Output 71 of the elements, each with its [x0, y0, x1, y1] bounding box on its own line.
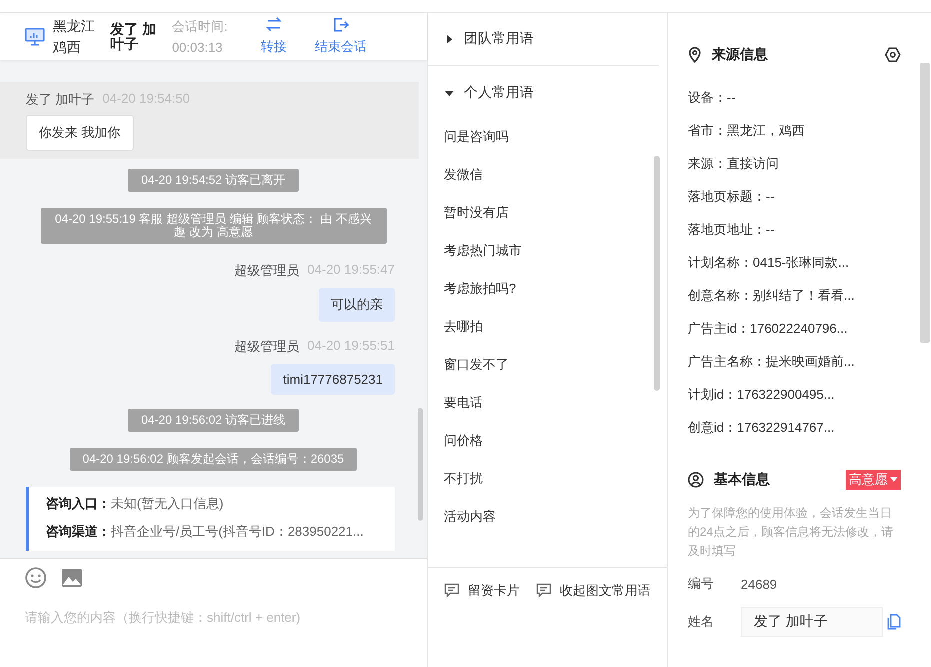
phrase-item[interactable]: 问价格 — [428, 421, 489, 459]
scrollbar-thumb[interactable] — [654, 156, 660, 391]
scrollbar-thumb[interactable] — [920, 63, 930, 343]
info-row-text: 来源：直接访问 — [688, 155, 780, 173]
system-notice: 04-20 19:56:02 顾客发起会话，会话编号：26035 — [70, 448, 358, 471]
card-button[interactable]: 留资卡片 — [444, 582, 520, 600]
info-row-text: 落地页标题：-- — [688, 188, 776, 206]
sender-name: 发了 加叶子 — [26, 91, 95, 109]
phrase-item[interactable]: 活动内容 — [428, 497, 502, 535]
phrase-item[interactable]: 不打扰 — [428, 459, 489, 497]
field-label: 编号 — [688, 575, 715, 593]
section-title: 来源信息 — [712, 46, 769, 64]
phrase-item[interactable]: 考虑旅拍吗? — [428, 269, 522, 307]
comment-icon — [444, 582, 460, 598]
exit-icon — [332, 17, 349, 33]
section-title: 基本信息 — [714, 471, 771, 489]
scrollbar-thumb[interactable] — [418, 408, 423, 521]
phrase-item[interactable]: 窗口发不了 — [428, 345, 515, 383]
user-circle-icon — [688, 472, 704, 488]
notice-text: 为了保障您的使用体验，会话发生当日的24点之后，顾客信息将无法修改，请及时填写 — [688, 505, 894, 560]
message-bubble: 你发来 我加你 — [26, 115, 134, 151]
info-row-text: 落地页地址：-- — [688, 221, 776, 239]
card-button[interactable]: 收起图文常用语 — [536, 582, 651, 600]
visitor-name: 发了 加叶子 — [110, 22, 158, 52]
phrase-item[interactable]: 考虑热门城市 — [428, 231, 528, 269]
sender-name: 超级管理员 — [234, 338, 300, 356]
message-time: 04-20 19:55:51 — [308, 338, 395, 355]
message-time: 04-20 19:55:47 — [308, 262, 395, 279]
info-row-text: 计划id：176322900495... — [688, 386, 836, 404]
visitor-location: 黑龙江鸡西 — [53, 16, 96, 56]
info-row-text: 省市：黑龙江，鸡西 — [688, 122, 806, 140]
info-value: 抖音企业号/员工号(抖音号ID：283950221... — [111, 523, 364, 541]
message-bubble: timi17776875231 — [271, 364, 395, 395]
phrase-item[interactable]: 问是咨询吗 — [428, 117, 515, 155]
field-value: 24689 — [741, 576, 778, 592]
info-row-text: 计划名称：0415-张琳同款... — [688, 254, 850, 272]
sender-name: 超级管理员 — [234, 262, 300, 280]
comment-icon — [536, 582, 552, 598]
phrase-group-header[interactable]: 个人常用语 — [428, 66, 659, 102]
monitor-icon — [25, 28, 45, 46]
info-value: 未知(暂无入口信息) — [111, 495, 224, 513]
phrase-group-header[interactable]: 团队常用语 — [428, 13, 659, 66]
info-row-text: 创意名称：别纠结了！看看... — [688, 287, 856, 305]
system-notice: 04-20 19:54:52 访客已离开 — [128, 169, 299, 192]
info-label: 咨询入口： — [46, 495, 111, 513]
end-session-button[interactable]: 结束会话 — [314, 17, 367, 56]
field-label: 姓名 — [688, 613, 715, 631]
copy-icon[interactable] — [887, 614, 901, 630]
phrase-item[interactable]: 要电话 — [428, 383, 489, 421]
swap-arrows-icon — [266, 17, 282, 33]
location-pin-icon — [688, 47, 702, 63]
phrase-item[interactable]: 发微信 — [428, 155, 489, 193]
name-field[interactable]: 发了 加叶子 — [741, 607, 883, 637]
info-label: 咨询渠道： — [46, 523, 111, 541]
image-icon[interactable] — [61, 568, 83, 588]
session-time-label: 会话时间: — [172, 18, 228, 36]
phrase-item[interactable]: 去哪拍 — [428, 307, 489, 345]
transfer-button[interactable]: 转接 — [260, 17, 287, 56]
info-row-text: 广告主id：176022240796... — [688, 320, 849, 338]
caret-down-icon — [890, 477, 898, 483]
system-notice: 04-20 19:56:02 访客已进线 — [128, 409, 299, 432]
info-row-text: 设备：-- — [688, 89, 737, 107]
emoji-icon[interactable] — [25, 567, 47, 589]
phrase-item[interactable]: 暂时没有店 — [428, 193, 515, 231]
info-row-text: 创意id：176322914767... — [688, 419, 836, 437]
info-row-text: 广告主名称：提米映画婚前... — [688, 353, 856, 371]
status-dropdown[interactable]: 高意愿 — [846, 470, 901, 490]
hexagon-settings-icon[interactable] — [885, 47, 901, 63]
system-notice: 04-20 19:55:19 客服 超级管理员 编辑 顾客状态： 由 不感兴趣 改为 高意愿 — [40, 208, 386, 244]
message-bubble: 可以的亲 — [319, 288, 395, 322]
session-time: 00:03:13 — [172, 38, 224, 56]
